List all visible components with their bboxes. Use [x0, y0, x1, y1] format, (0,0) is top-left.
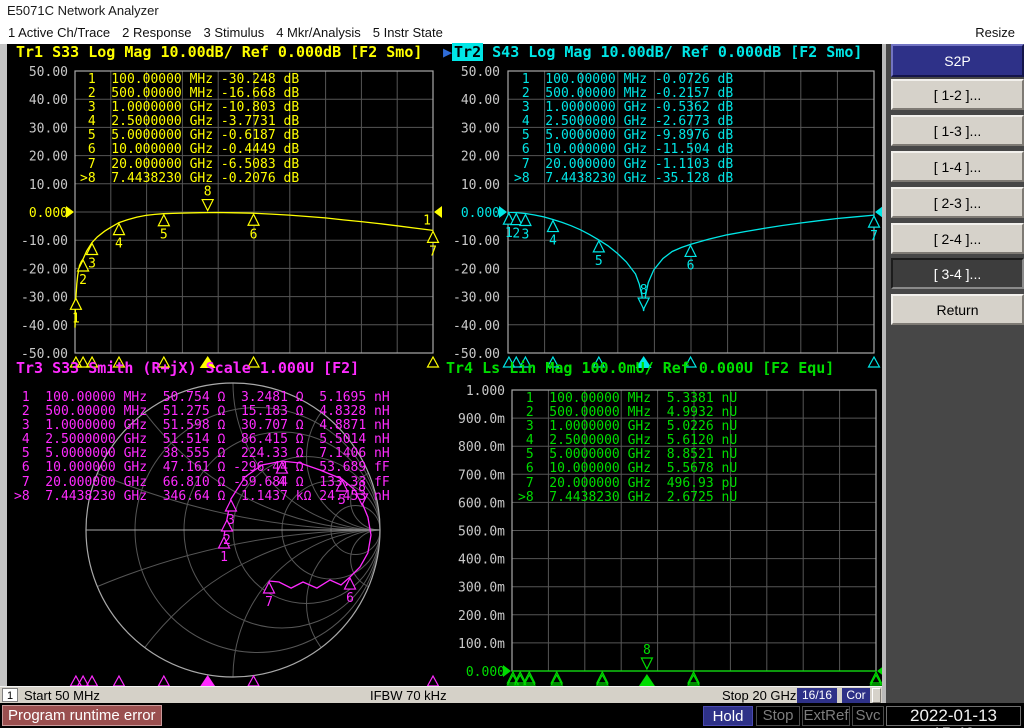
- svg-text:1.000: 1.000: [466, 384, 505, 399]
- svg-text:6: 6: [687, 258, 695, 273]
- tr4-header: Tr4 Ls Lin Mag 100.0mU/ Ref 0.000U [F2 E…: [446, 361, 834, 376]
- softkey-sidebar: S2P[ 1-2 ]... [ 1-3 ]... [ 1-4 ]... [ 2-3 ]…: [882, 44, 1024, 703]
- channel-number-badge: 1: [2, 688, 18, 702]
- extref-status-badge: ExtRef: [802, 706, 850, 726]
- stop-status-badge: Stop: [756, 706, 800, 726]
- softkey-return[interactable]: Return: [891, 294, 1024, 325]
- svg-text:3: 3: [88, 256, 96, 271]
- ifbw-label: IFBW 70 kHz: [370, 688, 447, 703]
- datetime-label: 2022-01-13 15:40: [886, 706, 1021, 726]
- tr4-marker-table: 1 100.00000 MHz 5.3381 nU 2 500.00000 MH…: [518, 392, 737, 505]
- svg-text:1: 1: [72, 311, 80, 326]
- svg-text:50.00: 50.00: [29, 65, 68, 80]
- menu-item-3[interactable]: 3 Stimulus: [204, 25, 265, 40]
- svg-text:600.0m: 600.0m: [458, 496, 505, 511]
- svg-text:1: 1: [505, 226, 513, 241]
- tr1-header: Tr1 S33 Log Mag 10.00dB/ Ref 0.000dB [F2…: [16, 45, 422, 60]
- svg-text:10.00: 10.00: [461, 178, 500, 193]
- softkey-1-3[interactable]: [ 1-3 ]...: [891, 115, 1024, 146]
- instrument-status-bar: Program runtime error Hold Stop ExtRef S…: [0, 703, 1024, 728]
- svg-text:-40.00: -40.00: [453, 319, 500, 334]
- svg-text:-40.00: -40.00: [21, 319, 68, 334]
- error-message-badge: Program runtime error: [2, 705, 162, 726]
- svg-text:-20.00: -20.00: [453, 262, 500, 277]
- svg-text:800.0m: 800.0m: [458, 440, 505, 455]
- stop-frequency-label: Stop 20 GHz: [722, 688, 796, 703]
- menu-item-2[interactable]: 2 Response: [122, 25, 191, 40]
- tr3-header: Tr3 S33 Smith (R+jX) Scale 1.000U [F2]: [16, 361, 359, 376]
- svg-text:20.00: 20.00: [461, 150, 500, 165]
- svg-text:8: 8: [643, 643, 651, 658]
- svg-text:8: 8: [204, 185, 212, 200]
- svg-text:2: 2: [223, 533, 231, 548]
- status-bar: 1 Start 50 MHz IFBW 70 kHz Stop 20 GHz 1…: [0, 686, 882, 703]
- svg-text:3: 3: [522, 228, 530, 243]
- svg-text:4: 4: [115, 237, 123, 252]
- tr2-active-label: Tr2: [452, 43, 483, 61]
- svg-text:-10.00: -10.00: [453, 234, 500, 249]
- tr2-header: ▶Tr2 S43 Log Mag 10.00dB/ Ref 0.000dB [F…: [443, 45, 862, 60]
- svg-text:8: 8: [640, 283, 648, 298]
- softkey-1-2[interactable]: [ 1-2 ]...: [891, 79, 1024, 110]
- svg-text:7: 7: [265, 595, 273, 610]
- svg-text:6: 6: [250, 227, 258, 242]
- softkey-3-4[interactable]: [ 3-4 ]...: [891, 258, 1024, 289]
- menu-item-4[interactable]: 4 Mkr/Analysis: [276, 25, 361, 40]
- menu-bar: 1 Active Ch/Trace 2 Response 3 Stimulus 4 M…: [0, 21, 1024, 44]
- start-frequency-label: Start 50 MHz: [24, 688, 100, 703]
- svg-text:6: 6: [346, 591, 354, 606]
- svc-status-badge: Svc: [852, 706, 884, 726]
- svg-text:-20.00: -20.00: [21, 262, 68, 277]
- hold-status-badge: Hold: [703, 706, 753, 726]
- svg-text:0.000: 0.000: [29, 206, 68, 221]
- svg-text:-30.00: -30.00: [453, 291, 500, 306]
- softkey-2-3[interactable]: [ 2-3 ]...: [891, 187, 1024, 218]
- window-title: E5071C Network Analyzer: [0, 0, 1024, 21]
- svg-text:30.00: 30.00: [29, 121, 68, 136]
- svg-text:-10.00: -10.00: [21, 234, 68, 249]
- svg-text:3: 3: [227, 513, 235, 528]
- svg-text:40.00: 40.00: [29, 93, 68, 108]
- sweep-points-badge: 16/16: [797, 688, 837, 703]
- svg-text:2: 2: [79, 273, 87, 288]
- tr3-marker-table: 1 100.00000 MHz 50.754 Ω 3.2481 Ω 5.1695…: [14, 391, 390, 504]
- active-trace-arrow-icon: ▶: [443, 43, 452, 61]
- softkey-1-4[interactable]: [ 1-4 ]...: [891, 151, 1024, 182]
- svg-text:40.00: 40.00: [461, 93, 500, 108]
- svg-text:700.0m: 700.0m: [458, 468, 505, 483]
- left-window-border: [0, 44, 7, 686]
- svg-text:100.0m: 100.0m: [458, 637, 505, 652]
- svg-text:0.000: 0.000: [466, 665, 505, 680]
- svg-text:4: 4: [549, 234, 557, 249]
- tr2-header-text: S43 Log Mag 10.00dB/ Ref 0.000dB [F2 Smo…: [483, 43, 862, 61]
- tr1-marker-table: 1 100.00000 MHz -30.248 dB 2 500.00000 M…: [80, 73, 299, 186]
- svg-text:5: 5: [160, 228, 168, 243]
- svg-text:300.0m: 300.0m: [458, 581, 505, 596]
- svg-text:-30.00: -30.00: [21, 291, 68, 306]
- svg-text:7: 7: [429, 244, 437, 259]
- svg-text:5: 5: [595, 254, 603, 269]
- svg-text:30.00: 30.00: [461, 121, 500, 136]
- correction-badge: Cor: [842, 688, 870, 703]
- svg-text:2: 2: [512, 227, 520, 242]
- svg-text:500.0m: 500.0m: [458, 525, 505, 540]
- svg-text:20.00: 20.00: [29, 150, 68, 165]
- svg-text:1: 1: [423, 213, 431, 228]
- svg-text:0.000: 0.000: [461, 206, 500, 221]
- tr2-marker-table: 1 100.00000 MHz -0.0726 dB 2 500.00000 M…: [514, 73, 733, 186]
- svg-text:50.00: 50.00: [461, 65, 500, 80]
- svg-text:200.0m: 200.0m: [458, 609, 505, 624]
- softkey-s2p-title[interactable]: S2P: [891, 44, 1024, 77]
- resize-button[interactable]: Resize: [975, 25, 1024, 40]
- svg-text:10.00: 10.00: [29, 178, 68, 193]
- svg-text:7: 7: [870, 229, 878, 244]
- menu-item-5[interactable]: 5 Instr State: [373, 25, 443, 40]
- softkey-2-4[interactable]: [ 2-4 ]...: [891, 223, 1024, 254]
- svg-text:400.0m: 400.0m: [458, 553, 505, 568]
- svg-text:1: 1: [220, 550, 228, 565]
- statusbar-grip: [872, 688, 881, 703]
- instrument-screen: E5071C Network Analyzer 1 Active Ch/Trac…: [0, 0, 1024, 728]
- menu-item-1[interactable]: 1 Active Ch/Trace: [8, 25, 110, 40]
- svg-text:900.0m: 900.0m: [458, 412, 505, 427]
